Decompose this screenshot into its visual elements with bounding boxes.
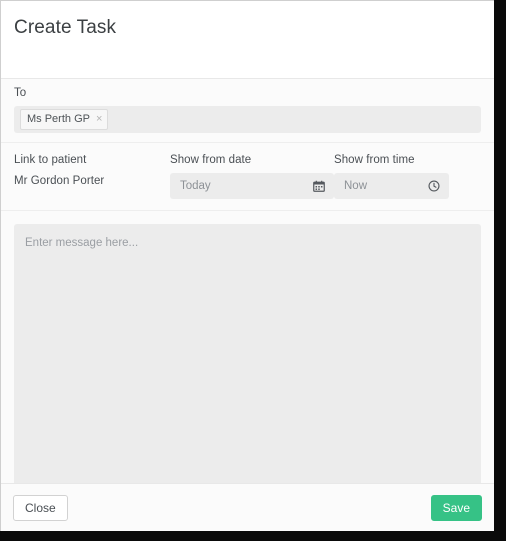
recipients-input[interactable]: Ms Perth GP × [14, 106, 481, 133]
show-from-time-value: Now [344, 180, 368, 192]
page-title: Create Task [14, 17, 117, 38]
task-meta-section: Link to patient Mr Gordon Porter Show fr… [1, 143, 494, 211]
show-from-date-value: Today [180, 180, 211, 192]
link-to-patient-label: Link to patient [14, 154, 87, 166]
calendar-icon[interactable] [313, 180, 325, 192]
create-task-dialog: Create Task To Ms Perth GP × Link to pat… [0, 0, 494, 531]
recipient-token-label: Ms Perth GP [27, 113, 90, 125]
recipient-token[interactable]: Ms Perth GP × [20, 109, 109, 130]
linked-patient-name: Mr Gordon Porter [14, 175, 105, 187]
dialog-header: Create Task [1, 1, 494, 79]
message-section [1, 211, 494, 483]
show-from-time-group: Show from time Now [334, 152, 449, 199]
window-frame: Create Task To Ms Perth GP × Link to pat… [0, 0, 506, 541]
close-x-icon[interactable]: × [96, 114, 102, 125]
recipients-label: To [14, 87, 27, 99]
close-button[interactable]: Close [13, 494, 68, 521]
link-to-patient-group: Link to patient Mr Gordon Porter [14, 152, 170, 189]
message-input[interactable] [14, 224, 481, 483]
show-from-time-label: Show from time [334, 154, 415, 166]
show-from-time-input[interactable]: Now [334, 173, 449, 199]
show-from-date-label: Show from date [170, 154, 252, 166]
recipients-section: To Ms Perth GP × [1, 79, 494, 143]
clock-icon[interactable] [428, 180, 440, 192]
show-from-date-group: Show from date Today [170, 152, 334, 199]
save-button[interactable]: Save [430, 494, 482, 521]
show-from-date-input[interactable]: Today [170, 173, 334, 199]
dialog-footer: Close Save [1, 483, 494, 531]
